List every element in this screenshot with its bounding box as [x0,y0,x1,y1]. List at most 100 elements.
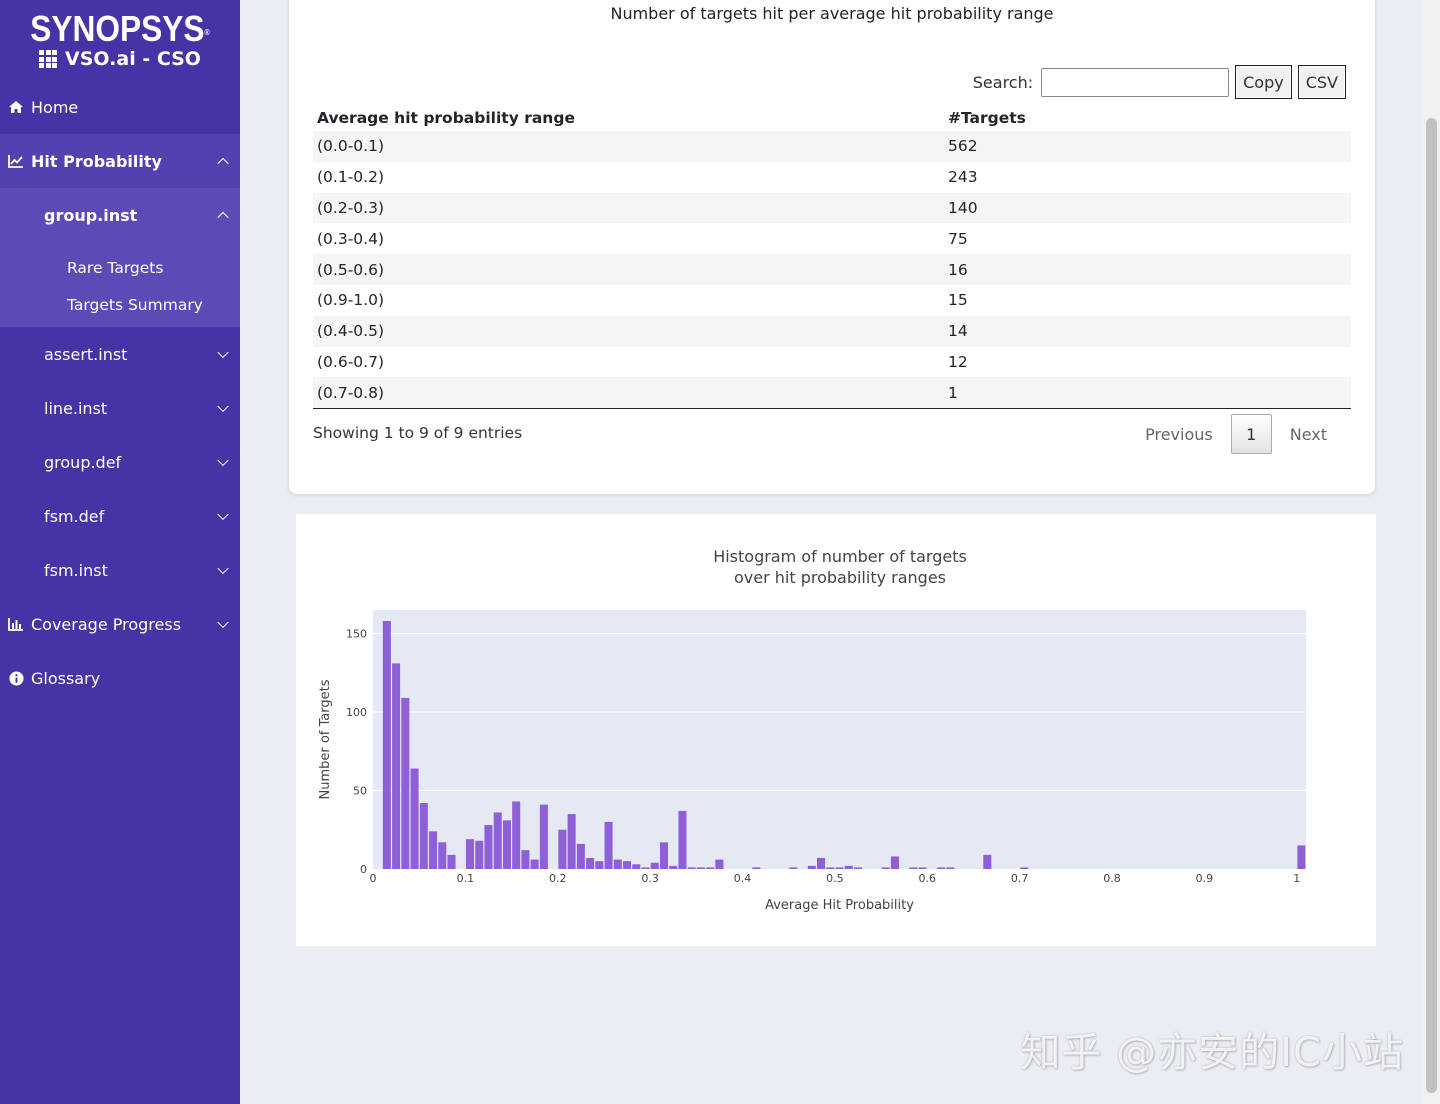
histogram-bar [687,867,696,869]
histogram-bar [844,865,853,869]
histogram-bar [752,867,761,869]
sidebar-item-hit-probability[interactable]: Hit Probability [0,134,240,188]
csv-button[interactable]: CSV [1297,65,1346,99]
table-row: (0.4-0.5) 14 [313,315,1351,347]
sidebar-item-home[interactable]: Home [0,80,240,134]
copy-button[interactable]: Copy [1235,65,1292,99]
sidebar-item-group-inst[interactable]: group.inst [0,188,240,242]
histogram-bar [392,663,401,869]
cell-targets: 14 [948,322,968,341]
histogram-bar [539,804,548,869]
histogram-bar [586,858,595,869]
hit-probability-table: Average hit probability range #Targets (… [313,104,1351,409]
x-tick-label: 0.3 [641,872,659,885]
cell-targets: 75 [948,229,968,248]
histogram-bar [429,831,438,869]
table-info: Showing 1 to 9 of 9 entries [313,424,523,442]
table-row: (0.6-0.7) 12 [313,347,1351,378]
histogram-bar [623,861,632,869]
histogram-bar [946,867,955,869]
x-tick-label: 0.7 [1011,872,1029,885]
cell-range: (0.5-0.6) [317,260,384,279]
table-row: (0.5-0.6) 16 [313,254,1351,285]
histogram-bar [447,854,456,869]
sidebar-item-coverage-progress[interactable]: Coverage Progress [0,597,240,651]
histogram-bar [512,801,521,869]
histogram-bar [419,803,428,869]
scrollbar-thumb[interactable] [1426,118,1437,1093]
table-title: Number of targets hit per average hit pr… [610,4,1054,23]
chevron-up-icon [217,157,229,170]
histogram-card: Histogram of number of targets over hit p… [296,514,1376,946]
previous-page-button[interactable]: Previous [1127,425,1231,444]
chevron-down-icon [217,346,229,359]
cell-range: (0.2-0.3) [317,198,384,217]
table-row: (0.1-0.2) 243 [313,162,1351,193]
column-header-targets[interactable]: #Targets [944,104,1351,131]
search-input[interactable] [1041,67,1230,97]
cell-range: (0.6-0.7) [317,352,384,371]
sidebar: SYNOPSYS® VSO.ai - CSO Home Hit Probabil… [0,0,240,1104]
sidebar-item-fsm-inst[interactable]: fsm.inst [0,543,240,597]
column-header-range[interactable]: Average hit probability range [313,104,944,131]
y-tick-label: 100 [346,706,367,719]
histogram-bar [613,859,622,869]
histogram-bar [475,840,484,869]
sidebar-item-fsm-def[interactable]: fsm.def [0,489,240,543]
page-scrollbar[interactable] [1423,0,1440,1104]
chevron-down-icon [217,454,229,467]
histogram-bar [826,867,835,869]
histogram-bar [1020,867,1029,869]
histogram-bar [530,859,539,869]
x-tick-label: 0.1 [457,872,475,885]
histogram-bar [918,867,927,869]
histogram-bar [410,768,419,869]
chevron-up-icon [217,211,229,224]
y-tick-label: 0 [360,863,367,876]
histogram-bar [438,842,447,869]
sidebar-item-rare-targets[interactable]: Rare Targets [0,242,240,288]
x-tick-label: 0.4 [734,872,752,885]
histogram-bar [909,867,918,869]
home-icon [8,99,24,115]
cell-targets: 562 [948,137,978,156]
brand-header[interactable]: SYNOPSYS® VSO.ai - CSO [0,0,240,80]
x-tick-label: 0.8 [1103,872,1121,885]
cell-range: (0.3-0.4) [317,229,384,248]
sidebar-item-group-def[interactable]: group.def [0,435,240,489]
histogram-bar [789,867,798,869]
sidebar-item-assert-inst[interactable]: assert.inst [0,327,240,381]
y-tick-label: 50 [353,785,367,798]
watermark: 知乎 @亦安的IC小站 [1020,1030,1404,1076]
cell-targets: 16 [948,260,968,279]
histogram-bar [502,820,511,869]
histogram-bar [632,864,641,869]
table-row: (0.0-0.1) 562 [313,131,1351,162]
table-toolbar: Search: Copy CSV [973,65,1346,99]
table-row: (0.9-1.0) 15 [313,285,1351,316]
histogram-bar [659,842,669,869]
cell-range: (0.0-0.1) [317,137,384,156]
x-tick-label: 0.9 [1196,872,1214,885]
histogram-bar [650,862,659,869]
table-row: (0.7-0.8) 1 [313,377,1351,409]
table-row: (0.3-0.4) 75 [313,223,1351,254]
chevron-down-icon [217,562,229,575]
cell-range: (0.4-0.5) [317,322,384,341]
sidebar-item-targets-summary[interactable]: Targets Summary [0,288,240,327]
sidebar-item-line-inst[interactable]: line.inst [0,381,240,435]
next-page-button[interactable]: Next [1272,425,1345,444]
cell-targets: 15 [948,291,968,310]
histogram-bar [567,814,576,869]
x-axis-label: Average Hit Probability [765,898,914,913]
chart-title-line: over hit probability ranges [734,568,946,587]
product-name: VSO.ai - CSO [65,48,201,70]
y-tick-label: 150 [346,628,367,641]
page-1-button[interactable]: 1 [1230,414,1272,454]
cell-targets: 243 [948,168,978,187]
targets-table-card: Number of targets hit per average hit pr… [289,0,1375,494]
histogram-bar [678,810,687,869]
sidebar-item-glossary[interactable]: Glossary [0,651,240,705]
table-header-row: Average hit probability range #Targets [313,104,1351,131]
histogram-bar [382,620,391,869]
